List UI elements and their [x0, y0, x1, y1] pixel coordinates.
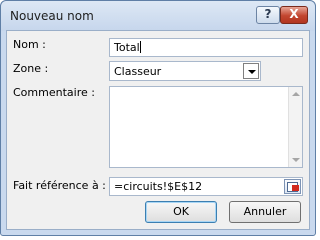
help-button[interactable]: ?: [256, 6, 280, 24]
dialog-body: Nom : Total Zone : Classeur Commentaire …: [6, 30, 310, 230]
dialog-title: Nouveau nom: [10, 9, 94, 23]
ok-button[interactable]: OK: [145, 201, 217, 223]
comment-textarea[interactable]: [109, 86, 303, 168]
new-name-dialog: Nouveau nom ? X Nom : Total Zone : Class…: [0, 0, 316, 236]
scroll-up-icon[interactable]: [292, 92, 300, 96]
scope-label: Zone :: [13, 62, 49, 75]
refers-to-value: =circuits!$E$12: [114, 180, 203, 193]
name-label: Nom :: [13, 38, 46, 51]
scope-select[interactable]: Classeur: [109, 61, 261, 81]
chevron-down-icon[interactable]: [243, 63, 259, 79]
close-icon: X: [289, 7, 299, 21]
scope-select-value: Classeur: [114, 65, 162, 78]
name-input[interactable]: Total: [109, 38, 303, 57]
comment-label: Commentaire :: [13, 86, 95, 99]
scroll-down-icon[interactable]: [292, 158, 300, 162]
text-caret: [139, 41, 141, 53]
title-bar[interactable]: Nouveau nom ? X: [1, 1, 315, 31]
name-input-value: Total: [114, 41, 140, 54]
refers-to-input[interactable]: =circuits!$E$12: [109, 177, 303, 196]
refers-to-label: Fait référence à :: [13, 179, 106, 192]
collapse-dialog-icon[interactable]: [284, 179, 301, 194]
close-button[interactable]: X: [280, 6, 308, 24]
comment-scrollbar[interactable]: [288, 87, 302, 167]
cancel-button[interactable]: Annuler: [229, 201, 301, 223]
question-icon: ?: [264, 7, 272, 21]
